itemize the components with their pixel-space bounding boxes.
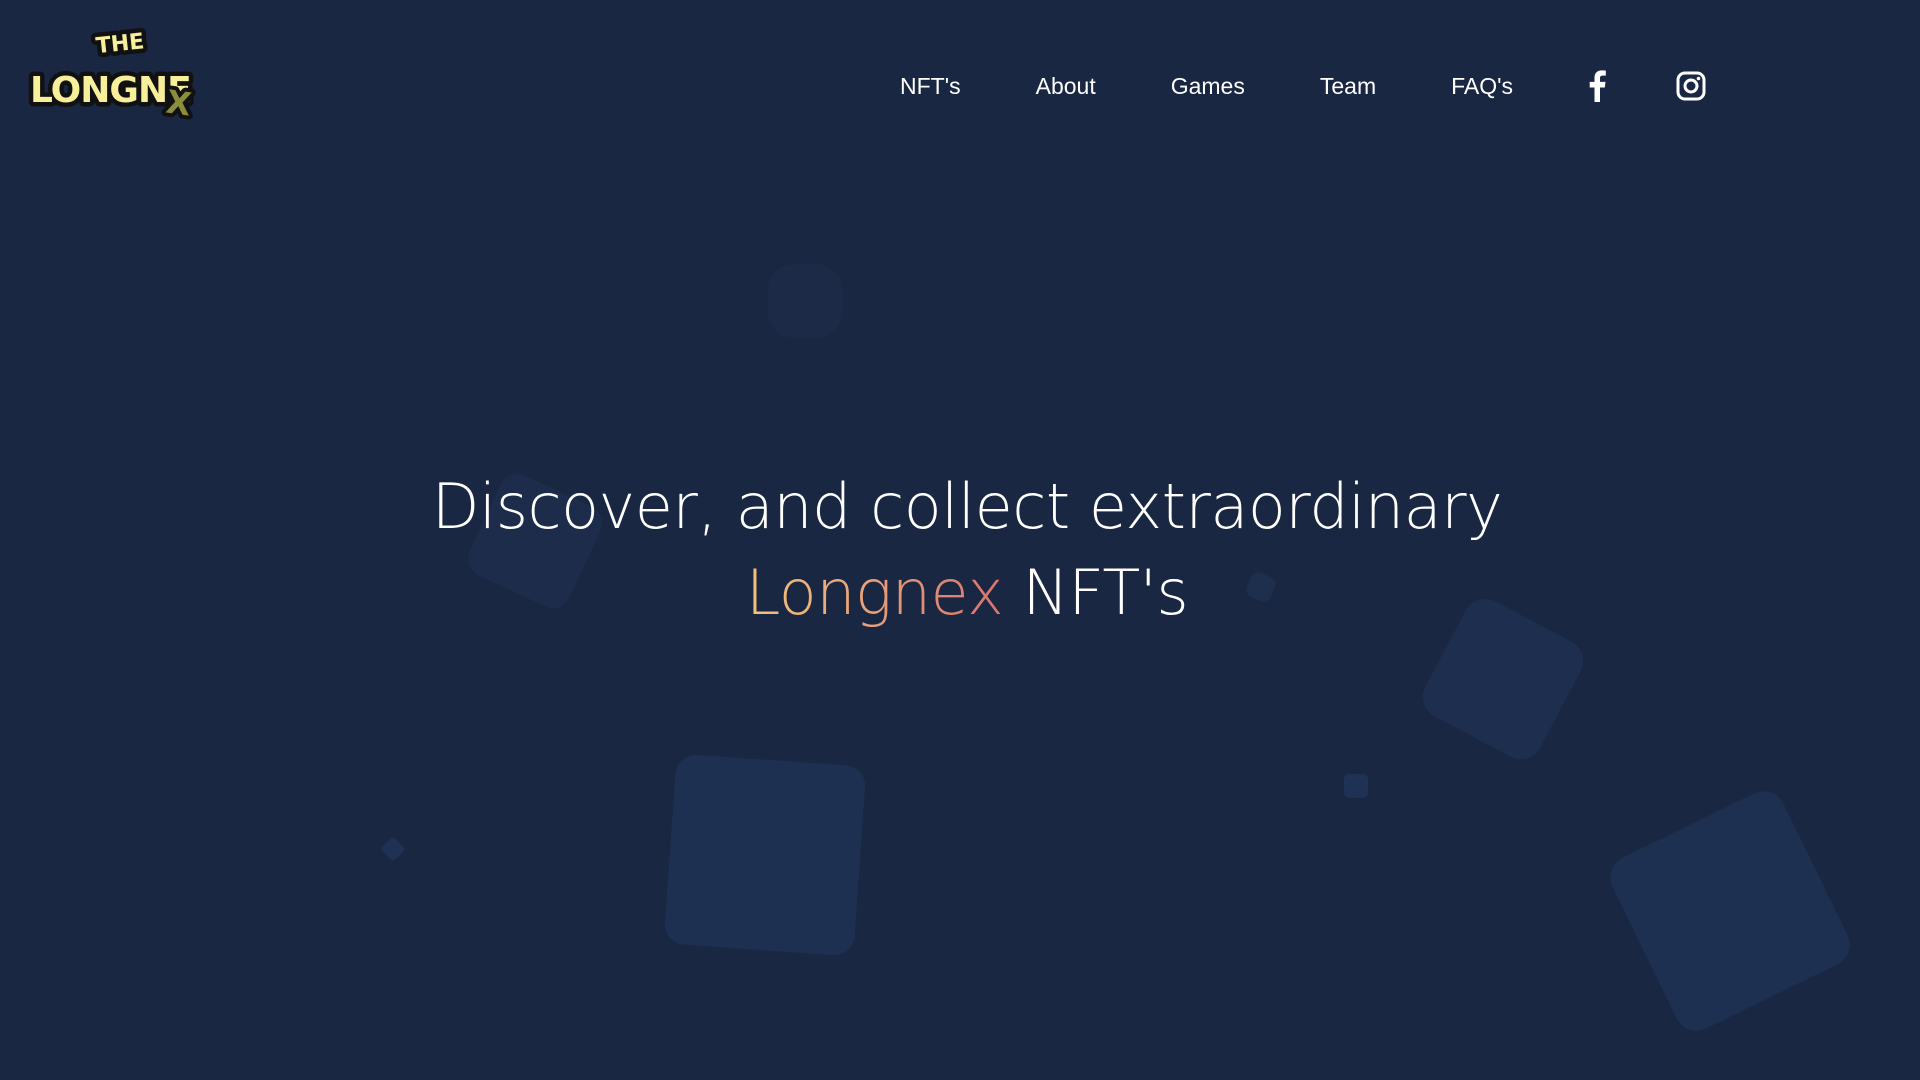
nav-link-team[interactable]: Team [1320,73,1376,100]
facebook-icon[interactable] [1588,70,1606,102]
nav-link-games[interactable]: Games [1171,73,1245,100]
brand-logo[interactable]: THE LONGNE X [26,25,208,128]
decorative-square [768,264,842,338]
nav-link-nfts[interactable]: NFT's [900,73,961,100]
hero-title-rest: NFT's [1022,556,1189,629]
main-nav: NFT's About Games Team FAQ's [900,68,1706,104]
svg-text:THE: THE [95,29,146,59]
instagram-icon[interactable] [1676,71,1706,101]
logo-graphic: THE LONGNE X [26,25,198,128]
hero-title-line2: Longnex NFT's [0,550,1920,636]
nav-link-about[interactable]: About [1036,73,1096,100]
hero-highlight: Longnex [745,556,1004,629]
page: THE LONGNE X NFT's About Games Team FAQ'… [0,0,1920,1080]
logo-x-text: X [164,83,194,120]
hero-section: Discover, and collect extraordinary Long… [0,464,1920,636]
hero-title-line1: Discover, and collect extraordinary [431,470,1503,543]
decorative-square [1602,783,1858,1039]
decorative-square [1344,774,1368,798]
decorative-square [663,753,867,957]
decorative-square [380,836,406,862]
svg-text:X: X [164,83,194,120]
nav-link-faqs[interactable]: FAQ's [1451,73,1513,100]
logo-top-text: THE [95,29,146,59]
